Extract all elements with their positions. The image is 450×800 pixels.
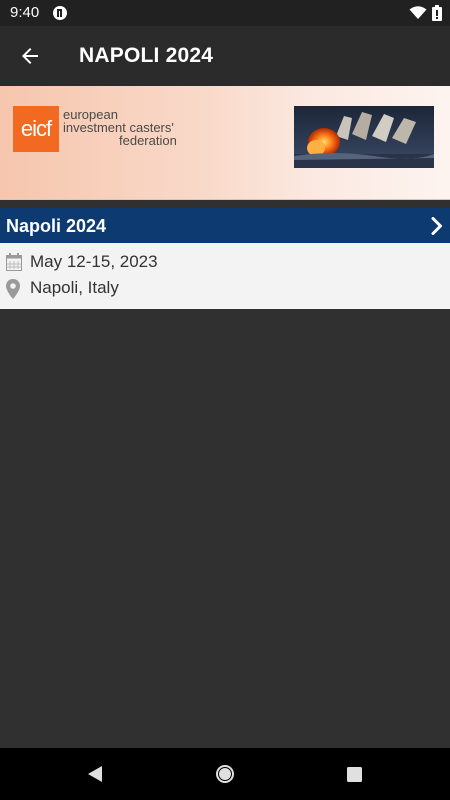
event-date: May 12-15, 2023 (30, 252, 158, 271)
app-bar: NAPOLI 2024 (0, 26, 450, 86)
battery-icon (432, 5, 442, 21)
system-nav-bar (0, 748, 450, 800)
nav-recents-icon[interactable] (347, 767, 362, 782)
eicf-logo: eicf (13, 106, 59, 152)
casting-photo (294, 106, 434, 168)
chevron-right-icon (431, 217, 442, 235)
event-location: Napoli, Italy (30, 278, 119, 297)
eicf-banner: eicf european investment casters' federa… (0, 86, 450, 200)
logo-line: federation (119, 133, 177, 148)
wifi-icon (409, 6, 427, 19)
page-title: NAPOLI 2024 (79, 44, 214, 67)
status-time: 9:40 (10, 4, 40, 21)
nav-home-icon[interactable] (215, 764, 235, 784)
event-details[interactable]: May 12-15, 2023 Napoli, Italy (0, 243, 450, 309)
app-notification-icon (53, 6, 67, 20)
status-bar: 9:40 (0, 0, 450, 26)
logo-text: european investment casters' federation (63, 108, 177, 147)
calendar-icon (6, 253, 22, 271)
arrow-left-icon[interactable] (18, 44, 42, 68)
event-header[interactable]: Napoli 2024 (0, 208, 450, 243)
map-pin-icon (6, 279, 20, 299)
event-name: Napoli 2024 (6, 216, 107, 236)
nav-back-icon[interactable] (86, 764, 104, 784)
